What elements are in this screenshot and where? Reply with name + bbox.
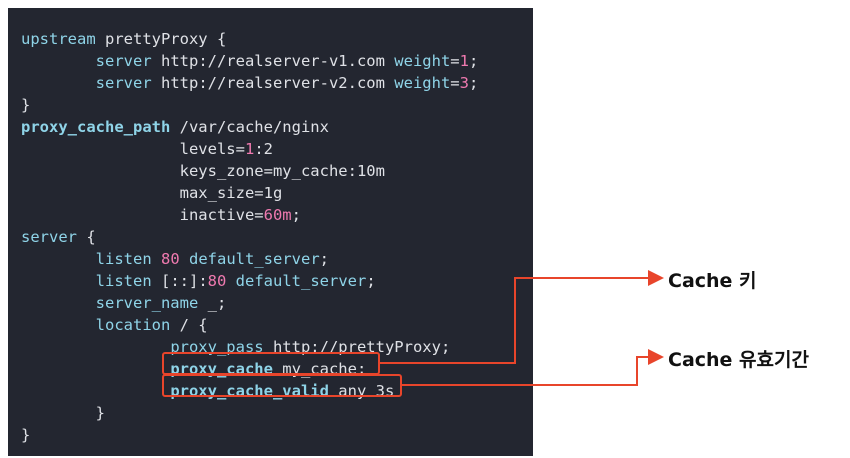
cache-valid-label: Cache 유효기간	[668, 349, 809, 371]
cache-key-arrow	[380, 270, 664, 364]
cache-key-label: Cache 키	[668, 270, 757, 292]
cache-valid-arrow	[402, 349, 664, 386]
annotation-arrows	[380, 270, 664, 386]
